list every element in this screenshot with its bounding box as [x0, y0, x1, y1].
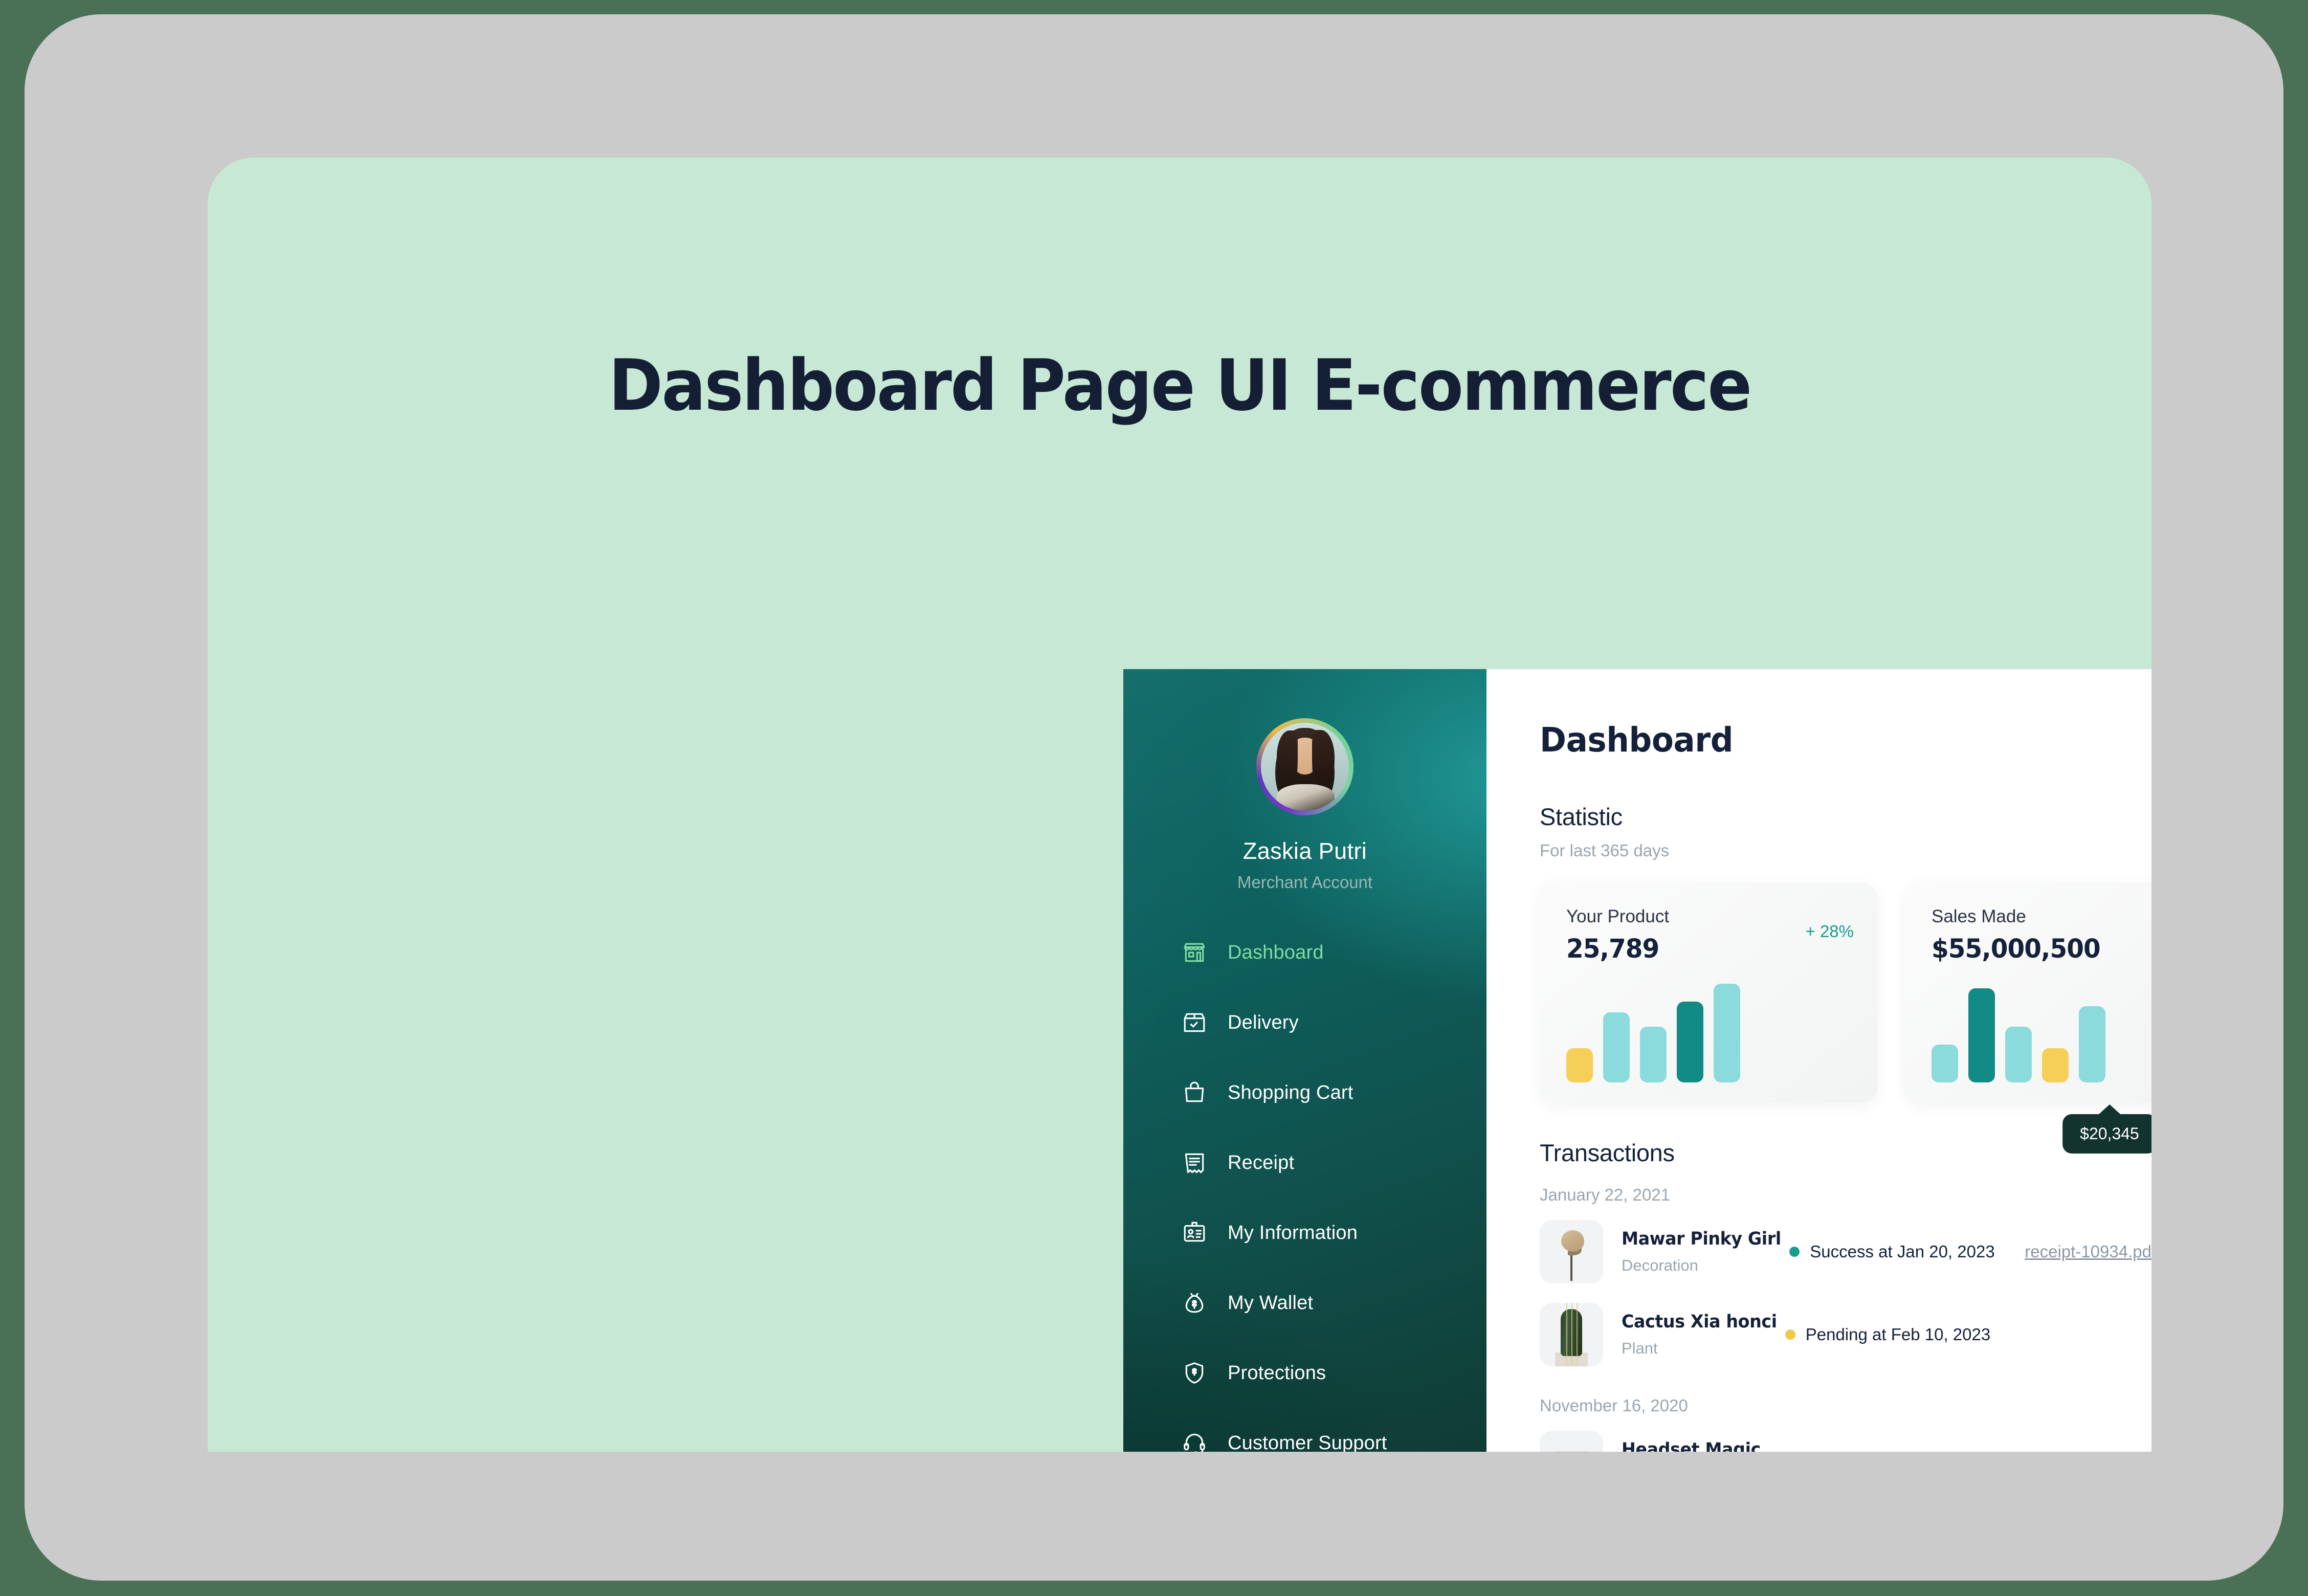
sidebar-item-label: Shopping Cart — [1228, 1081, 1353, 1103]
stat-card-delta: + 28% — [1805, 922, 1854, 941]
table-row[interactable]: Headset Magic Gadget Success at Mar 1, 2… — [1540, 1427, 2151, 1452]
sidebar-item-my-wallet[interactable]: My Wallet — [1181, 1281, 1486, 1324]
sidebar-item-label: My Information — [1228, 1222, 1358, 1244]
shield-dollar-icon — [1181, 1359, 1208, 1387]
status-badge: Pending at Feb 10, 2023 — [1785, 1325, 2021, 1344]
id-card-icon — [1181, 1219, 1208, 1247]
status-dot-icon — [1789, 1247, 1800, 1257]
sidebar-item-customer-support[interactable]: Customer Support — [1181, 1422, 1486, 1452]
profile-name: Zaskia Putri — [1242, 838, 1367, 864]
sidebar-item-label: Receipt — [1228, 1151, 1295, 1173]
shopping-bag-icon — [1181, 1079, 1208, 1106]
bar — [1932, 1045, 1958, 1082]
sidebar-item-receipt[interactable]: Receipt — [1181, 1141, 1486, 1184]
status-text: Pending at Feb 10, 2023 — [1805, 1325, 1991, 1344]
receipt-icon — [1181, 1149, 1208, 1177]
table-row[interactable]: Mawar Pinky Girl Decoration Success at J… — [1540, 1216, 2151, 1288]
money-bag-icon — [1181, 1289, 1208, 1317]
bar — [1603, 1012, 1630, 1082]
statistic-heading: Statistic — [1540, 803, 1623, 830]
transaction-group-date: November 16, 2020 — [1540, 1396, 1688, 1415]
sidebar-item-dashboard[interactable]: Dashboard — [1181, 931, 1486, 974]
status-badge: Success at Jan 20, 2023 — [1789, 1242, 2025, 1261]
sidebar-nav: Dashboard Delivery Shopping Cart Receipt… — [1123, 931, 1486, 1452]
stat-card-title: Your Product — [1566, 906, 1670, 926]
transaction-name: Headset Magic — [1622, 1439, 1761, 1452]
status-dot-icon — [1785, 1329, 1795, 1340]
bar — [2005, 1027, 2032, 1082]
sidebar: Zaskia Putri Merchant Account Dashboard … — [1123, 669, 1486, 1452]
main-content: Dashboard Statistic For last 365 days Yo… — [1486, 669, 2151, 1452]
bar — [2042, 1048, 2069, 1082]
transaction-group-date: January 22, 2021 — [1540, 1185, 1671, 1204]
sidebar-item-label: Delivery — [1228, 1011, 1299, 1033]
bar — [1677, 1002, 1703, 1082]
transaction-product: Headset Magic Gadget — [1622, 1439, 1780, 1452]
page-title: Dashboard Page UI E-commerce — [608, 344, 1752, 427]
headset-icon — [1181, 1429, 1208, 1452]
table-row[interactable]: Cactus Xia honci Plant Pending at Feb 10… — [1540, 1299, 2151, 1370]
bar — [1640, 1027, 1667, 1082]
avatar-photo — [1261, 723, 1349, 811]
sidebar-item-protections[interactable]: Protections — [1181, 1351, 1486, 1394]
package-check-icon — [1181, 1009, 1208, 1036]
transaction-name: Cactus Xia honci — [1622, 1312, 1777, 1332]
bar — [2079, 1006, 2105, 1082]
sidebar-item-label: Customer Support — [1228, 1432, 1387, 1452]
transaction-name: Mawar Pinky Girl — [1622, 1229, 1781, 1249]
receipt-link[interactable]: receipt-10934.pdf — [2025, 1242, 2151, 1261]
sidebar-item-label: Dashboard — [1228, 941, 1324, 963]
transaction-product: Cactus Xia honci Plant — [1622, 1312, 1785, 1358]
transaction-category: Plant — [1622, 1339, 1658, 1357]
transaction-product: Mawar Pinky Girl Decoration — [1622, 1229, 1789, 1275]
page-heading: Dashboard — [1540, 720, 1734, 760]
storefront-icon — [1181, 939, 1208, 966]
sidebar-item-label: My Wallet — [1228, 1292, 1314, 1314]
sidebar-item-my-information[interactable]: My Information — [1181, 1211, 1486, 1254]
statistic-subtitle: For last 365 days — [1540, 841, 1670, 860]
bar-tooltip: $20,345 — [2062, 1114, 2151, 1154]
transaction-category: Decoration — [1622, 1256, 1698, 1274]
statistic-card-list: Your Product 25,789 + 28% Sales Made $55… — [1540, 883, 2151, 1154]
presentation-canvas: Dashboard Page UI E-commerce Zaskia Putr… — [208, 158, 2151, 1452]
bar — [1714, 984, 1740, 1082]
avatar[interactable] — [1256, 718, 1353, 815]
flower-thumbnail — [1540, 1220, 1603, 1283]
profile-role: Merchant Account — [1237, 873, 1373, 892]
stat-card-value: $55,000,500 — [1932, 934, 2101, 964]
transactions-heading: Transactions — [1540, 1139, 1675, 1166]
sidebar-item-delivery[interactable]: Delivery — [1181, 1001, 1486, 1044]
bar — [1968, 988, 1995, 1082]
cactus-thumbnail — [1540, 1303, 1603, 1366]
sidebar-item-label: Protections — [1228, 1362, 1326, 1384]
status-text: Success at Jan 20, 2023 — [1810, 1242, 1995, 1261]
stat-card-your-product[interactable]: Your Product 25,789 + 28% — [1540, 883, 1877, 1103]
headset-thumbnail — [1540, 1431, 1603, 1452]
app-mockup: Zaskia Putri Merchant Account Dashboard … — [1123, 669, 2151, 1452]
stat-card-value: 25,789 — [1566, 934, 1659, 964]
stat-card-sales-made[interactable]: Sales Made $55,000,500 + 320 % $20,345 — [1905, 883, 2151, 1154]
sidebar-item-shopping-cart[interactable]: Shopping Cart — [1181, 1071, 1486, 1114]
device-frame: Dashboard Page UI E-commerce Zaskia Putr… — [25, 14, 2283, 1581]
bar-chart — [1932, 975, 2105, 1082]
stat-card-title: Sales Made — [1932, 906, 2026, 926]
bar-chart — [1566, 975, 1740, 1082]
bar — [1566, 1048, 1593, 1082]
